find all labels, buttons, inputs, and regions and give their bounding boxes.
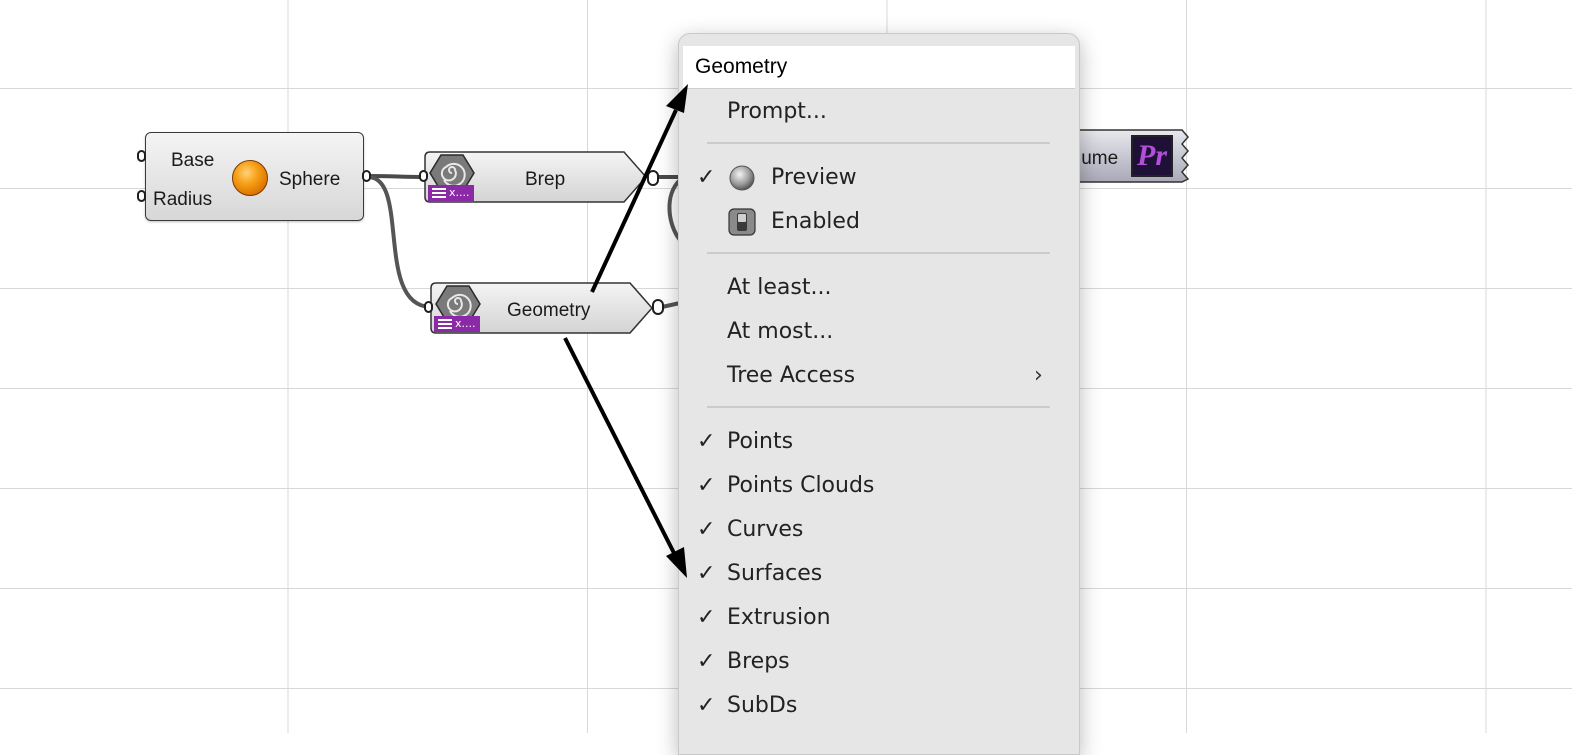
wire-sphere-to-geometry <box>367 175 431 309</box>
menu-separator <box>707 406 1050 408</box>
context-menu[interactable]: Geometry Prompt... ✓ Preview Enabled At … <box>678 33 1080 755</box>
menu-item-points[interactable]: ✓ Points <box>679 422 1079 462</box>
menu-item-enabled[interactable]: Enabled <box>679 202 1079 242</box>
menu-item-preview[interactable]: ✓ Preview <box>679 158 1079 198</box>
check-icon: ✓ <box>697 473 716 498</box>
menu-item-label: Enabled <box>771 209 860 234</box>
brep-output-grip[interactable] <box>647 170 659 186</box>
sphere-output-grip[interactable] <box>362 170 371 182</box>
menu-item-surfaces[interactable]: ✓ Surfaces <box>679 554 1079 594</box>
tag-text: x.... <box>449 186 470 199</box>
geometry-parameter[interactable]: x.... Geometry <box>430 282 656 334</box>
brep-input-grip[interactable] <box>419 170 428 182</box>
menu-item-label: Breps <box>727 649 790 674</box>
menu-item-at-most[interactable]: At most... <box>679 312 1079 352</box>
menu-item-label: Prompt... <box>727 99 827 124</box>
menu-item-label: Surfaces <box>727 561 823 586</box>
geometry-output-grip[interactable] <box>652 299 664 315</box>
menu-item-label: At least... <box>727 275 832 300</box>
menu-item-subds[interactable]: ✓ SubDs <box>679 686 1079 726</box>
menu-separator <box>707 142 1050 144</box>
menu-item-label: At most... <box>727 319 834 344</box>
sphere-icon <box>232 160 268 196</box>
sphere-input-radius: Radius <box>153 189 213 210</box>
menu-item-breps[interactable]: ✓ Breps <box>679 642 1079 682</box>
menu-title: Geometry <box>695 55 788 78</box>
menu-item-label: Preview <box>771 165 857 190</box>
check-icon: ✓ <box>697 693 716 718</box>
check-icon: ✓ <box>697 605 716 630</box>
menu-item-points-clouds[interactable]: ✓ Points Clouds <box>679 466 1079 506</box>
menu-title-field[interactable]: Geometry <box>683 46 1075 89</box>
list-access-tag: x.... <box>428 185 474 201</box>
menu-item-label: Curves <box>727 517 804 542</box>
check-icon: ✓ <box>697 561 716 586</box>
menu-separator <box>707 252 1050 254</box>
check-icon: ✓ <box>697 649 716 674</box>
brep-label: Brep <box>525 169 566 190</box>
menu-item-label: Points <box>727 429 794 454</box>
volume-label: lume <box>1077 148 1119 169</box>
check-icon: ✓ <box>697 165 716 190</box>
geometry-label: Geometry <box>507 300 591 321</box>
sphere-component[interactable]: Base Radius Sphere <box>145 132 364 221</box>
wire-sphere-to-brep <box>367 174 427 179</box>
menu-item-tree-access[interactable]: Tree Access › <box>679 356 1079 396</box>
sphere-radius-grip[interactable] <box>137 190 146 202</box>
menu-item-label: Extrusion <box>727 605 831 630</box>
menu-item-prompt[interactable]: Prompt... <box>679 92 1079 132</box>
enabled-toggle-icon <box>728 208 756 236</box>
chevron-right-icon: › <box>1034 363 1043 388</box>
list-access-tag: x.... <box>434 316 480 332</box>
check-icon: ✓ <box>697 517 716 542</box>
menu-item-curves[interactable]: ✓ Curves <box>679 510 1079 550</box>
sphere-title: Sphere <box>279 169 341 190</box>
brep-parameter[interactable]: x.... Brep <box>424 151 650 203</box>
plugin-icon: Pr <box>1131 135 1173 177</box>
sphere-input-base: Base <box>171 150 215 171</box>
preview-sphere-icon <box>729 165 755 191</box>
menu-item-label: Points Clouds <box>727 473 875 498</box>
sphere-base-grip[interactable] <box>137 150 146 162</box>
menu-item-label: Tree Access <box>727 363 856 388</box>
geometry-input-grip[interactable] <box>424 301 433 313</box>
menu-item-extrusion[interactable]: ✓ Extrusion <box>679 598 1079 638</box>
menu-item-at-least[interactable]: At least... <box>679 268 1079 308</box>
check-icon: ✓ <box>697 429 716 454</box>
tag-text: x.... <box>455 317 476 330</box>
menu-item-label: SubDs <box>727 693 798 718</box>
list-lines-icon <box>432 188 446 198</box>
list-lines-icon <box>438 319 452 329</box>
